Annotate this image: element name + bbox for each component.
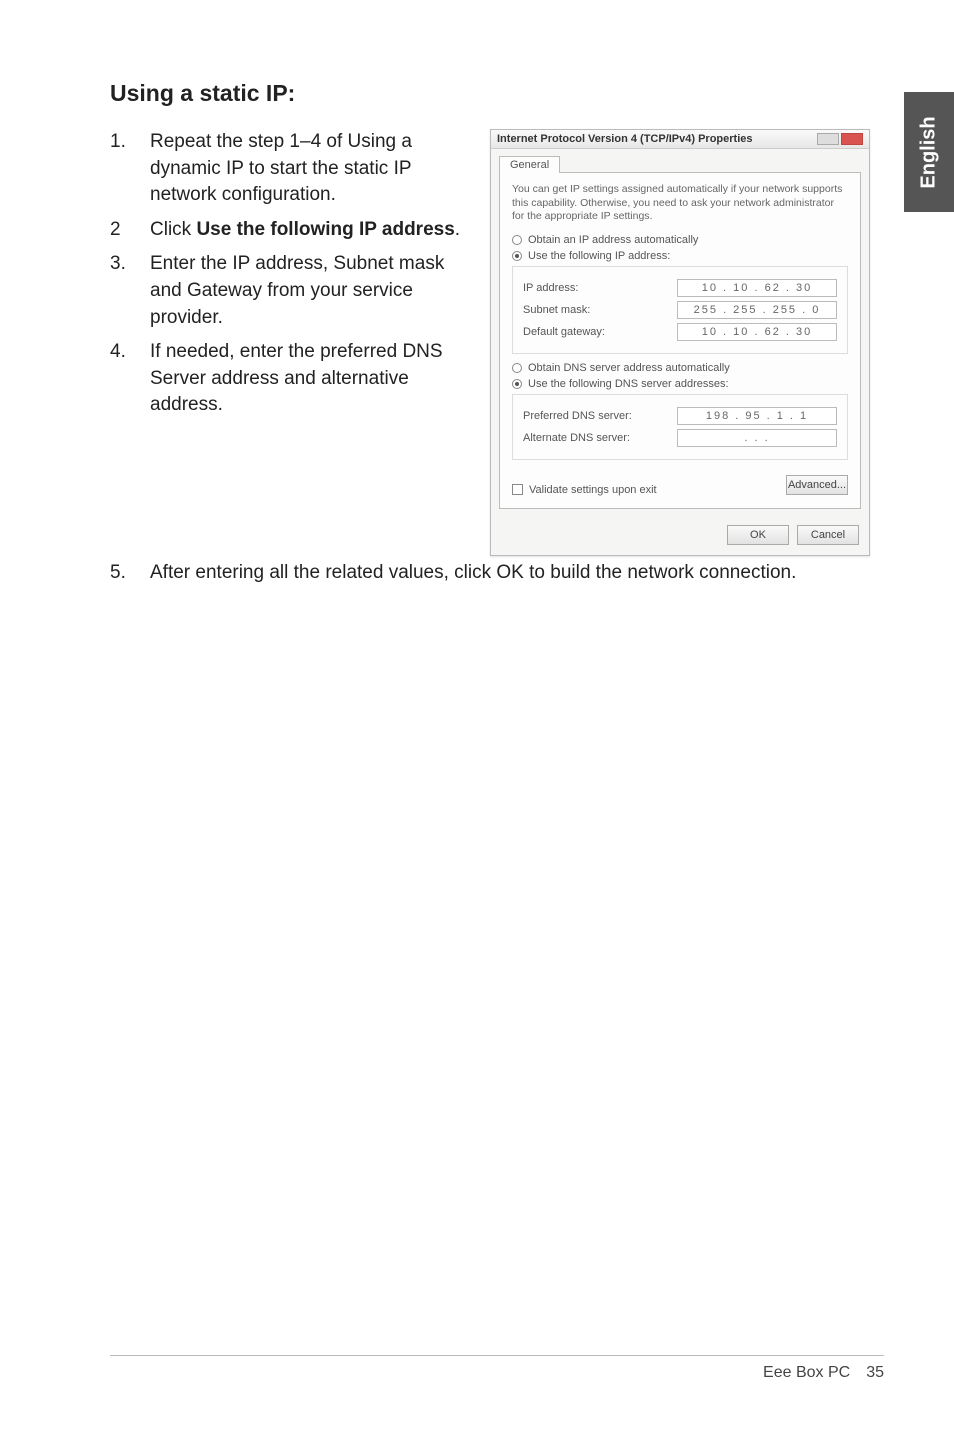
dialog-title: Internet Protocol Version 4 (TCP/IPv4) P… (497, 133, 753, 145)
step-item: 4. If needed, enter the preferred DNS Se… (110, 339, 470, 419)
window-buttons (817, 133, 863, 145)
row-subnet-mask: Subnet mask: 255 . 255 . 255 . 0 (523, 301, 837, 319)
input-preferred-dns[interactable]: 198 . 95 . 1 . 1 (677, 407, 837, 425)
steps-column: 1. Repeat the step 1–4 of Using a dynami… (110, 129, 470, 556)
input-default-gateway[interactable]: 10 . 10 . 62 . 30 (677, 323, 837, 341)
cancel-button[interactable]: Cancel (797, 525, 859, 545)
step-text: Enter the IP address, Subnet mask and Ga… (150, 251, 470, 331)
close-icon[interactable] (841, 133, 863, 145)
dns-group: Preferred DNS server: 198 . 95 . 1 . 1 A… (512, 394, 848, 460)
row-alternate-dns: Alternate DNS server: . . . (523, 429, 837, 447)
dialog-tabrow: General (491, 149, 869, 172)
body-area: 1. Repeat the step 1–4 of Using a dynami… (110, 129, 884, 556)
step-text: Click Use the following IP address. (150, 217, 470, 244)
radio-use-following-dns[interactable]: Use the following DNS server addresses: (512, 378, 848, 390)
step-item: 1. Repeat the step 1–4 of Using a dynami… (110, 129, 470, 209)
step-text-post: . (455, 219, 460, 240)
steps-list-full: 5. After entering all the related values… (110, 560, 884, 587)
radio-label: Use the following DNS server addresses: (528, 378, 729, 390)
step-item: 2 Click Use the following IP address. (110, 217, 470, 244)
radio-icon (512, 363, 522, 373)
row-default-gateway: Default gateway: 10 . 10 . 62 . 30 (523, 323, 837, 341)
dialog-panel: You can get IP settings assigned automat… (499, 172, 861, 509)
radio-icon (512, 235, 522, 245)
step-text: Repeat the step 1–4 of Using a dynamic I… (150, 129, 470, 209)
page-footer: Eee Box PC 35 (110, 1355, 884, 1382)
radio-use-following-ip[interactable]: Use the following IP address: (512, 250, 848, 262)
label-ip-address: IP address: (523, 282, 578, 294)
label-default-gateway: Default gateway: (523, 326, 605, 338)
checkbox-label: Validate settings upon exit (529, 484, 657, 496)
input-subnet-mask[interactable]: 255 . 255 . 255 . 0 (677, 301, 837, 319)
radio-label: Obtain an IP address automatically (528, 234, 698, 246)
radio-icon (512, 251, 522, 261)
radio-obtain-dns-auto[interactable]: Obtain DNS server address automatically (512, 362, 848, 374)
step-number: 1. (110, 129, 150, 209)
step-number: 2 (110, 217, 150, 244)
label-subnet-mask: Subnet mask: (523, 304, 590, 316)
label-preferred-dns: Preferred DNS server: (523, 410, 632, 422)
checkbox-icon (512, 484, 523, 495)
radio-obtain-ip-auto[interactable]: Obtain an IP address automatically (512, 234, 848, 246)
footer-page-number: 35 (866, 1364, 884, 1382)
step-text-bold: Use the following IP address (196, 219, 454, 240)
radio-icon (512, 379, 522, 389)
language-tab: English (904, 92, 954, 212)
step-text: After entering all the related values, c… (150, 560, 884, 587)
step-number: 4. (110, 339, 150, 419)
label-alternate-dns: Alternate DNS server: (523, 432, 630, 444)
steps-list: 1. Repeat the step 1–4 of Using a dynami… (110, 129, 470, 419)
radio-label: Use the following IP address: (528, 250, 670, 262)
input-alternate-dns[interactable]: . . . (677, 429, 837, 447)
step-text: If needed, enter the preferred DNS Serve… (150, 339, 470, 419)
step-number: 5. (110, 560, 150, 587)
footer-product: Eee Box PC (763, 1364, 850, 1382)
ok-button[interactable]: OK (727, 525, 789, 545)
page: English Using a static IP: 1. Repeat the… (0, 0, 954, 1438)
help-icon[interactable] (817, 133, 839, 145)
step-text-pre: Click (150, 219, 196, 240)
section-heading: Using a static IP: (110, 80, 884, 107)
dialog-titlebar: Internet Protocol Version 4 (TCP/IPv4) P… (491, 130, 869, 149)
input-ip-address[interactable]: 10 . 10 . 62 . 30 (677, 279, 837, 297)
row-preferred-dns: Preferred DNS server: 198 . 95 . 1 . 1 (523, 407, 837, 425)
language-tab-label: English (918, 116, 941, 188)
dialog-button-row: OK Cancel (491, 517, 869, 555)
ip-group: IP address: 10 . 10 . 62 . 30 Subnet mas… (512, 266, 848, 354)
step-number: 3. (110, 251, 150, 331)
radio-label: Obtain DNS server address automatically (528, 362, 730, 374)
step-item: 3. Enter the IP address, Subnet mask and… (110, 251, 470, 331)
step-item: 5. After entering all the related values… (110, 560, 884, 587)
tab-general[interactable]: General (499, 156, 560, 173)
dialog-column: Internet Protocol Version 4 (TCP/IPv4) P… (490, 129, 870, 556)
validate-row: Validate settings upon exit Advanced... (512, 474, 848, 496)
tcpip-properties-dialog: Internet Protocol Version 4 (TCP/IPv4) P… (490, 129, 870, 556)
advanced-button[interactable]: Advanced... (786, 475, 848, 495)
dialog-description: You can get IP settings assigned automat… (512, 183, 848, 224)
checkbox-validate-settings[interactable]: Validate settings upon exit (512, 484, 657, 496)
row-ip-address: IP address: 10 . 10 . 62 . 30 (523, 279, 837, 297)
